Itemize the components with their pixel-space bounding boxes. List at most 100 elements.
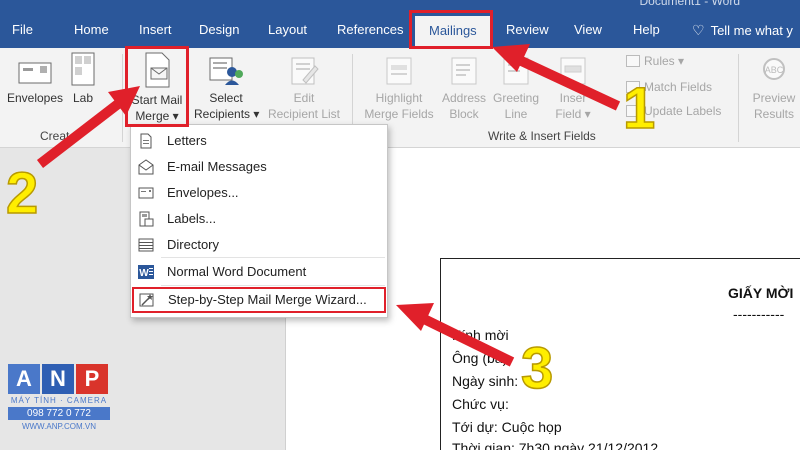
menu-item-envelopes[interactable]: Envelopes...	[131, 180, 387, 206]
ribbon-tab-bar: File Home Insert Design Layout Reference…	[0, 12, 800, 48]
insert-field-icon	[560, 57, 586, 85]
highlight-box-start-mail-merge	[125, 46, 189, 127]
address-block-icon	[451, 57, 477, 85]
logo-letter: N	[42, 364, 74, 394]
letter-icon	[140, 133, 152, 149]
preview-label-2: Results	[753, 107, 794, 121]
highlight-fields-icon	[386, 57, 412, 85]
preview-icon: ABC	[763, 58, 785, 80]
menu-item-label: Letters	[167, 133, 207, 148]
document-line: Ông (bà):	[452, 350, 512, 366]
envelope-icon	[138, 187, 154, 199]
document-title: GIẤY MỜI	[728, 285, 794, 301]
tab-review[interactable]: Review	[506, 12, 549, 48]
greeting-line-button[interactable]: Greeting Line	[490, 56, 542, 122]
menu-item-directory[interactable]: Directory	[131, 232, 387, 258]
tab-view[interactable]: View	[574, 12, 602, 48]
tell-me-search[interactable]: ♡ Tell me what y	[692, 12, 793, 48]
address-label-1: Address	[441, 91, 487, 105]
menu-item-label: Labels...	[167, 211, 217, 226]
rules-label: Rules	[644, 54, 675, 68]
document-line: Ngày sinh:	[452, 373, 519, 389]
document-title-rule: -----------	[733, 306, 785, 322]
step-number-1: 1	[622, 76, 656, 141]
highlight-label-2: Merge Fields	[364, 107, 434, 121]
tab-home[interactable]: Home	[74, 12, 109, 48]
highlight-merge-fields-button[interactable]: Highlight Merge Fields	[360, 56, 438, 122]
email-icon	[138, 159, 154, 175]
logo-letter: P	[76, 364, 108, 394]
svg-text:ABC: ABC	[765, 65, 784, 75]
wizard-icon	[139, 293, 154, 307]
menu-item-email-messages[interactable]: E-mail Messages	[131, 154, 387, 180]
logo-url: WWW.ANP.COM.VN	[21, 422, 97, 431]
envelopes-label: Envelopes	[6, 91, 64, 105]
ribbon-separator	[122, 54, 123, 142]
edit-recipient-label-2: Recipient List	[267, 107, 341, 121]
insert-field-label-2: Field	[555, 107, 582, 121]
insert-merge-field-button[interactable]: Inser Field ▾	[544, 56, 602, 122]
tab-file[interactable]: File	[12, 12, 33, 48]
document-line: Thời gian: 7h30 ngày 21/12/2012	[452, 440, 659, 450]
menu-item-label: Step-by-Step Mail Merge Wizard...	[168, 292, 367, 307]
menu-item-normal-word-document[interactable]: W Normal Word Document	[131, 259, 387, 285]
document-line: Chức vụ:	[452, 396, 509, 412]
tab-design[interactable]: Design	[199, 12, 239, 48]
edit-recipient-list-button[interactable]: Edit Recipient List	[262, 56, 346, 122]
insert-field-label-1: Inser	[559, 91, 587, 105]
rules-button[interactable]: Rules ▾	[626, 54, 684, 68]
ribbon-separator	[738, 54, 739, 142]
ribbon: Envelopes Lab Creat Start Mail Merge ▾ S…	[0, 48, 800, 148]
tab-references[interactable]: References	[337, 12, 403, 48]
logo-tagline: MÁY TÍNH · CAMERA	[10, 396, 108, 405]
title-bar: Document1 - Word	[0, 0, 800, 12]
recipients-icon	[209, 57, 243, 85]
menu-item-letters[interactable]: Letters	[131, 128, 387, 154]
highlight-label-1: Highlight	[375, 91, 423, 105]
envelopes-button[interactable]: Envelopes	[4, 60, 66, 106]
edit-list-icon	[291, 57, 319, 85]
update-labels-label: Update Labels	[644, 104, 722, 118]
window-title: Document1 - Word	[639, 0, 740, 8]
start-mail-merge-menu: Letters E-mail Messages Envelopes... Lab…	[130, 124, 388, 318]
address-label-2: Block	[449, 107, 479, 121]
directory-icon	[138, 238, 154, 252]
labels-icon	[71, 52, 95, 86]
menu-item-label: E-mail Messages	[167, 159, 267, 174]
labels-icon	[139, 211, 154, 227]
tab-insert[interactable]: Insert	[139, 12, 172, 48]
document-line: Tới dự: Cuộc họp	[452, 419, 562, 435]
labels-button[interactable]: Lab	[68, 52, 98, 106]
write-insert-group-label: Write & Insert Fields	[488, 129, 596, 143]
select-recipients-label-2: Recipients	[194, 107, 251, 121]
menu-item-labels[interactable]: Labels...	[131, 206, 387, 232]
step-number-3: 3	[520, 336, 554, 401]
menu-item-mail-merge-wizard[interactable]: Step-by-Step Mail Merge Wizard...	[132, 287, 386, 313]
labels-label: Lab	[72, 91, 94, 105]
menu-item-label: Directory	[167, 237, 220, 252]
menu-divider	[161, 257, 385, 258]
select-recipients-label-1: Select	[209, 91, 243, 105]
tab-layout[interactable]: Layout	[268, 12, 307, 48]
dropdown-caret-icon: ▾	[581, 107, 591, 121]
rules-icon	[626, 55, 640, 67]
document-line: Kính mời	[452, 327, 509, 343]
greeting-label-1: Greeting	[492, 91, 540, 105]
highlight-box-mailings	[409, 10, 493, 49]
envelope-icon	[18, 62, 52, 84]
lightbulb-icon: ♡	[692, 22, 705, 38]
step-number-2: 2	[5, 161, 39, 226]
logo-phone: 098 772 0 772	[8, 407, 110, 420]
anp-watermark-logo: A N P MÁY TÍNH · CAMERA 098 772 0 772 WW…	[8, 364, 110, 444]
menu-item-label: Normal Word Document	[167, 264, 307, 279]
address-block-button[interactable]: Address Block	[438, 56, 490, 122]
greeting-line-icon	[503, 57, 529, 85]
menu-item-label: Envelopes...	[167, 185, 239, 200]
logo-letter: A	[8, 364, 40, 394]
svg-text:W: W	[139, 268, 149, 279]
select-recipients-button[interactable]: Select Recipients ▾	[194, 56, 260, 122]
edit-recipient-label-1: Edit	[293, 91, 315, 105]
preview-results-button[interactable]: ABC Preview Results	[746, 56, 800, 122]
tab-help[interactable]: Help	[633, 12, 660, 48]
dropdown-caret-icon: ▾	[250, 107, 260, 121]
